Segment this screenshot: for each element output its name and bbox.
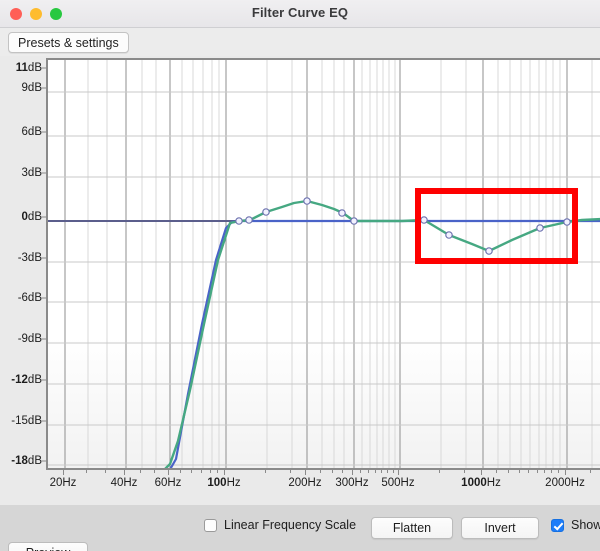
x-tick-mark bbox=[481, 470, 482, 475]
curve-filter-response-green bbox=[164, 199, 600, 468]
flatten-button[interactable]: Flatten bbox=[371, 517, 453, 539]
linear-frequency-scale-control[interactable]: Linear Frequency Scale bbox=[204, 518, 356, 532]
x-tick-mark bbox=[342, 470, 343, 473]
eq-control-point[interactable] bbox=[245, 216, 253, 224]
x-tick-mark bbox=[544, 470, 545, 473]
y-axis-labels: 11dB 9dB 6dB 3dB 0dB -3dB -6dB -9dB -12dB -15dB -1… bbox=[0, 56, 46, 505]
linear-frequency-scale-checkbox[interactable] bbox=[204, 518, 217, 532]
x-tick-mark bbox=[528, 470, 529, 473]
eq-control-point[interactable] bbox=[338, 209, 346, 217]
x-tick-label: 500Hz bbox=[381, 477, 415, 489]
x-tick-mark bbox=[140, 470, 141, 473]
show-grid-control[interactable]: Show bbox=[551, 518, 600, 532]
x-tick-mark bbox=[537, 470, 538, 473]
x-tick-label: 200Hz bbox=[288, 477, 322, 489]
y-tick-label: -3dB bbox=[17, 252, 42, 264]
y-tick-label: -12dB bbox=[11, 374, 42, 386]
window-title: Filter Curve EQ bbox=[251, 5, 349, 20]
x-tick-mark bbox=[519, 470, 520, 473]
x-tick-mark bbox=[496, 470, 497, 473]
y-tick-label: -9dB bbox=[17, 333, 42, 345]
presets-and-settings-button[interactable]: Presets & settings bbox=[8, 32, 129, 53]
y-tick-label: -15dB bbox=[11, 415, 42, 427]
x-tick-mark bbox=[154, 470, 155, 473]
eq-control-point[interactable] bbox=[350, 217, 358, 225]
x-tick-mark bbox=[63, 470, 64, 475]
x-tick-mark bbox=[180, 470, 181, 473]
eq-control-point[interactable] bbox=[303, 197, 311, 205]
x-tick-mark bbox=[124, 470, 125, 475]
x-tick-label: 2000Hz bbox=[545, 477, 585, 489]
show-checkbox[interactable] bbox=[551, 518, 564, 532]
x-tick-mark bbox=[224, 470, 225, 475]
x-tick-mark bbox=[387, 470, 388, 473]
x-tick-mark bbox=[381, 470, 382, 473]
x-tick-label: 1000Hz bbox=[461, 477, 501, 489]
x-axis-line bbox=[46, 468, 600, 470]
eq-control-point[interactable] bbox=[420, 216, 428, 224]
x-tick-label: 100Hz bbox=[207, 477, 241, 489]
x-tick-mark bbox=[375, 470, 376, 473]
x-tick-mark bbox=[360, 470, 361, 473]
x-tick-mark bbox=[439, 470, 440, 473]
x-tick-label: 20Hz bbox=[49, 477, 77, 489]
x-tick-label: 300Hz bbox=[335, 477, 369, 489]
curve-filter-response-blue bbox=[169, 219, 600, 468]
show-label: Show bbox=[571, 518, 600, 532]
eq-control-point[interactable] bbox=[262, 208, 270, 216]
y-tick-label: 0dB bbox=[21, 211, 42, 223]
x-tick-mark bbox=[201, 470, 202, 473]
x-tick-mark bbox=[191, 470, 192, 473]
eq-control-point[interactable] bbox=[536, 224, 544, 232]
x-tick-mark bbox=[464, 470, 465, 473]
y-tick-label: 11dB bbox=[15, 62, 42, 74]
filter-curve-eq-window: Filter Curve EQ Presets & settings 11dB 9… bbox=[0, 0, 600, 551]
eq-control-point[interactable] bbox=[485, 247, 493, 255]
eq-curve-svg[interactable] bbox=[48, 60, 600, 468]
y-tick-label: 9dB bbox=[21, 82, 42, 94]
eq-curve-canvas[interactable] bbox=[46, 58, 600, 468]
x-tick-mark bbox=[305, 470, 306, 475]
eq-control-point[interactable] bbox=[445, 231, 453, 239]
invert-button[interactable]: Invert bbox=[461, 517, 539, 539]
x-axis-labels: 20Hz 40Hz 60Hz 100Hz 200Hz 300Hz 500Hz 1000Hz 20… bbox=[46, 468, 600, 505]
x-tick-mark bbox=[217, 470, 218, 473]
x-tick-mark bbox=[508, 470, 509, 473]
y-tick-label: 6dB bbox=[21, 126, 42, 138]
x-tick-label: 60Hz bbox=[154, 477, 182, 489]
x-tick-mark bbox=[590, 470, 591, 473]
window-titlebar: Filter Curve EQ bbox=[0, 0, 600, 28]
x-tick-label: 40Hz bbox=[110, 477, 138, 489]
x-tick-mark bbox=[352, 470, 353, 475]
x-tick-mark bbox=[86, 470, 87, 473]
eq-control-point[interactable] bbox=[563, 218, 571, 226]
x-tick-mark bbox=[368, 470, 369, 473]
x-tick-mark bbox=[320, 470, 321, 473]
y-tick-label: -6dB bbox=[17, 292, 42, 304]
x-tick-mark bbox=[210, 470, 211, 473]
eq-plot-area[interactable]: 11dB 9dB 6dB 3dB 0dB -3dB -6dB -9dB -12dB -15dB -1… bbox=[0, 56, 600, 505]
x-tick-mark bbox=[558, 470, 559, 473]
x-tick-mark bbox=[290, 470, 291, 473]
x-tick-mark bbox=[332, 470, 333, 473]
eq-toolbar: Presets & settings bbox=[0, 28, 600, 56]
x-tick-mark bbox=[168, 470, 169, 475]
y-tick-label: -18dB bbox=[11, 455, 42, 467]
linear-frequency-scale-label: Linear Frequency Scale bbox=[224, 518, 357, 532]
x-tick-mark bbox=[551, 470, 552, 473]
x-tick-mark bbox=[398, 470, 399, 475]
eq-control-point[interactable] bbox=[235, 217, 243, 225]
x-tick-mark bbox=[105, 470, 106, 473]
x-tick-mark bbox=[565, 470, 566, 475]
y-tick-label: 3dB bbox=[21, 167, 42, 179]
preview-button[interactable]: Preview bbox=[8, 542, 88, 551]
x-tick-mark bbox=[265, 470, 266, 473]
eq-bottom-bar: Linear Frequency Scale Flatten Invert Sh… bbox=[0, 505, 600, 551]
x-tick-mark bbox=[393, 470, 394, 473]
